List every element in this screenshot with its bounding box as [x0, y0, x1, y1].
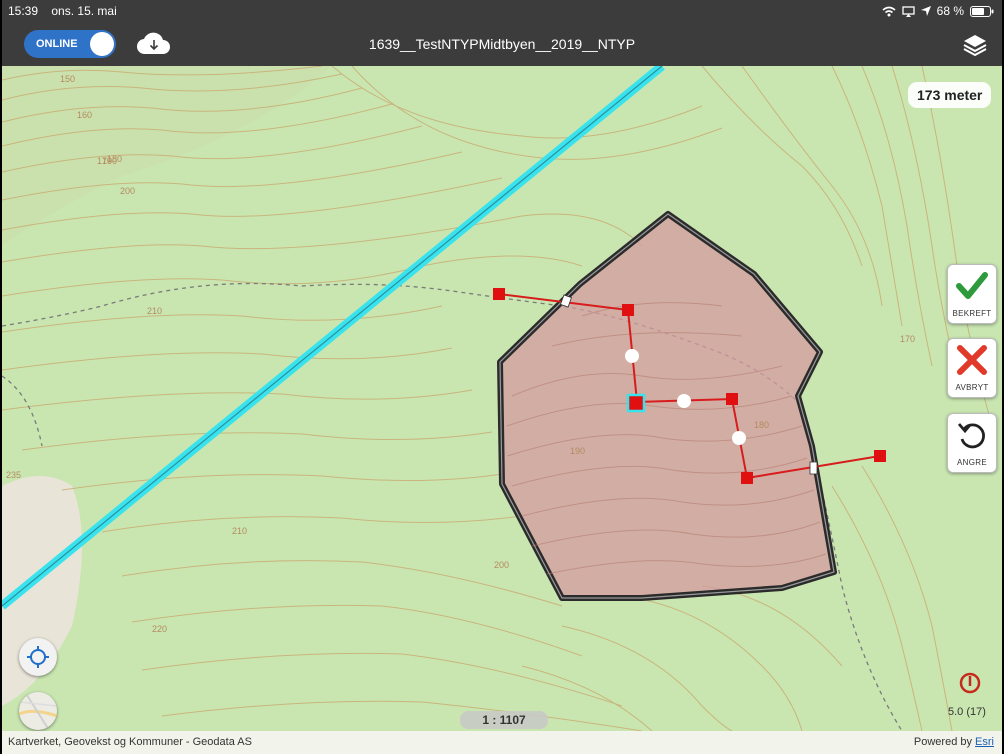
battery-icon — [970, 5, 994, 17]
powered-by: Powered by Esri — [914, 736, 994, 748]
wifi-icon — [882, 6, 896, 16]
screen-mirror-icon — [901, 5, 915, 17]
basemap-button[interactable] — [19, 692, 57, 730]
locate-button[interactable] — [19, 638, 57, 676]
locate-icon — [27, 646, 49, 668]
contour-label: 210 — [147, 306, 162, 316]
status-date: ons. 15. mai — [51, 4, 117, 18]
contour-label: 235 — [6, 470, 21, 480]
contour-label: 200 — [494, 560, 509, 570]
status-time-date: 15:39 ons. 15. mai — [8, 4, 117, 18]
scale-bar-label: 173 meter — [908, 82, 992, 108]
contour-label: 180 — [754, 420, 769, 430]
map-scale: 1 : 1107 — [460, 711, 548, 729]
gps-accuracy: 5.0 (17) — [948, 706, 986, 718]
esri-link[interactable]: Esri — [975, 736, 994, 748]
page-title: 1639__TestNTYPMidtbyen__2019__NTYP — [368, 36, 636, 52]
app-screen: 15:39 ons. 15. mai 68 % ONLINE 1639__Tes… — [2, 0, 1002, 754]
powered-by-label: Powered by — [913, 736, 972, 748]
close-icon — [957, 345, 987, 375]
top-nav-bar: ONLINE 1639__TestNTYPMidtbyen__2019__NTY… — [2, 22, 1002, 66]
map-view[interactable]: 150 160 170 180 190 200 210 220 235 180 … — [2, 66, 1002, 731]
cancel-label: AVBRYT — [955, 383, 989, 392]
checkmark-icon — [956, 272, 988, 299]
contour-label: 190 — [570, 446, 585, 456]
layers-icon[interactable] — [962, 32, 988, 58]
location-arrow-icon — [920, 6, 931, 16]
status-bar: 15:39 ons. 15. mai 68 % — [2, 0, 1002, 22]
contour-label: 220 — [152, 624, 167, 634]
basemap-icon — [19, 692, 57, 730]
confirm-button[interactable]: BEKREFT — [947, 264, 997, 324]
confirm-label: BEKREFT — [952, 309, 992, 318]
compass-icon[interactable] — [957, 670, 983, 696]
contour-label: 170 — [900, 334, 915, 344]
contour-label: 190 — [102, 156, 117, 166]
attribution-text: Kartverket, Geovekst og Kommuner - Geoda… — [8, 736, 252, 748]
attribution-bar: Kartverket, Geovekst og Kommuner - Geoda… — [2, 731, 1002, 754]
undo-label: ANGRE — [957, 458, 987, 467]
contour-label: 210 — [232, 526, 247, 536]
contour-label: 160 — [77, 110, 92, 120]
contour-label: 200 — [120, 186, 135, 196]
cancel-button[interactable]: AVBRYT — [947, 338, 997, 398]
undo-icon — [957, 423, 985, 449]
contour-label: 150 — [60, 74, 75, 84]
undo-button[interactable]: ANGRE — [947, 413, 997, 473]
status-time: 15:39 — [8, 4, 39, 18]
battery-percent: 68 % — [936, 4, 964, 18]
status-indicators: 68 % — [882, 4, 994, 18]
